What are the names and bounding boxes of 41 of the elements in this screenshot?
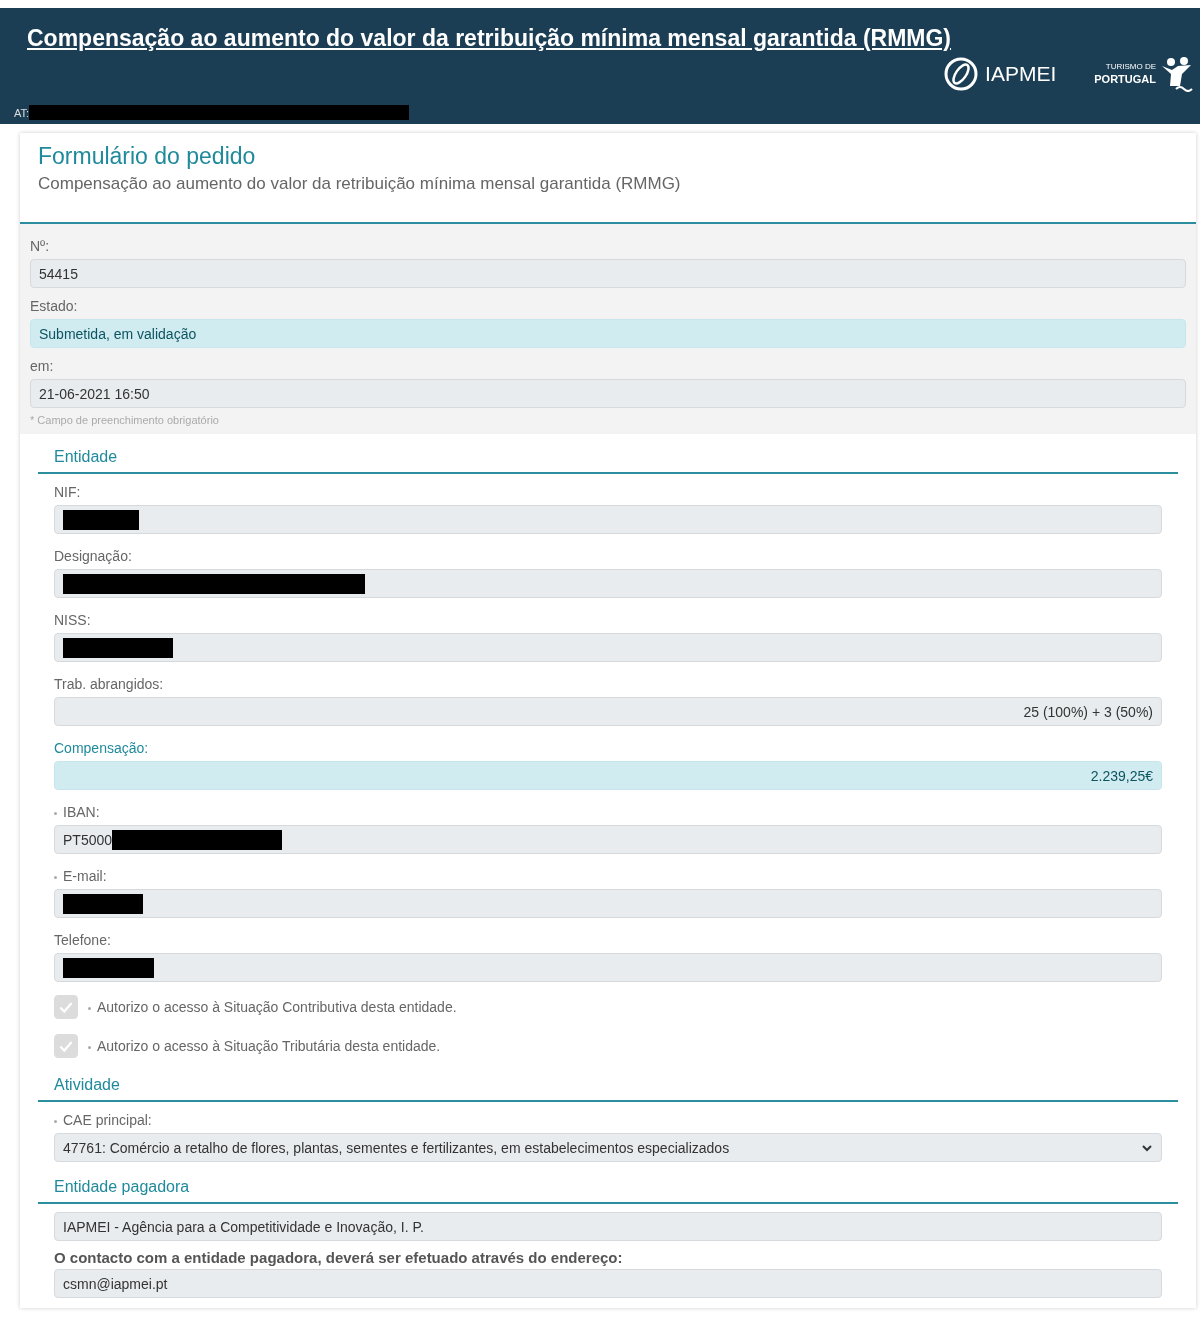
field-label: NISS: [54,612,91,628]
input-field[interactable]: IAPMEI - Agência para a Competitividade e Inovação, I. P. [54,1212,1162,1241]
input-field[interactable]: csmn@iapmei.pt [54,1269,1162,1298]
required-note: * Campo de preenchimento obrigatório [30,414,220,426]
input-field[interactable]: Submetida, em validação [30,319,1186,348]
checkbox-label: Autorizo o acesso à Situação Contributiva desta entidade. [88,999,457,1015]
logo-text: IAPMEI [985,62,1057,86]
field-label: Estado: [30,297,79,316]
field-label: Designação: [54,548,132,564]
input-field[interactable] [54,505,1162,534]
input-field[interactable] [54,633,1162,662]
field-label: Trab. abrangidos: [54,676,164,692]
field-label: IBAN: [54,804,100,820]
checkbox-label: Autorizo o acesso à Situação Tributária desta entidade. [88,1038,441,1054]
at-label: AT: [14,106,30,119]
input-field[interactable]: 2.239,25€ [54,761,1162,790]
input-field[interactable]: 21-06-2021 16:50 [30,379,1186,408]
section-heading: Entidade [38,444,1178,474]
logo-caption: TURISMO DE [1105,63,1156,71]
page-title[interactable]: Compensação ao aumento do valor da retribuição mínima mensal garantida (RMMG) [27,25,952,52]
input-field[interactable]: 54415 [30,259,1186,288]
field-label: CAE principal: [54,1112,152,1128]
logo-icon [943,56,980,92]
input-field[interactable]: PT5000 [54,825,1162,854]
input-field[interactable] [54,889,1162,918]
section-heading: Entidade pagadora [38,1174,1178,1204]
form-subtitle: Compensação ao aumento do valor da retribuição mínima mensal garantida (RMMG) [38,174,682,194]
logo-text: PORTUGAL [1094,74,1156,85]
field-label: Compensação: [54,740,149,756]
section-heading: Atividade [38,1072,1178,1102]
input-field[interactable] [54,569,1162,598]
field-label: Telefone: [54,932,111,948]
form-title: Formulário do pedido [38,143,257,170]
select-field[interactable]: 47761: Comércio a retalho de flores, plantas, sementes e fertilizantes, em estabelecimentos especializados [54,1133,1162,1162]
field-label: em: [30,357,55,376]
field-label: NIF: [54,484,81,500]
input-field[interactable]: 25 (100%) + 3 (50%) [54,697,1162,726]
field-label: E-mail: [54,868,107,884]
field-label: Nº: [30,237,51,256]
input-field[interactable] [54,953,1162,982]
field-label: O contacto com a entidade pagadora, deverá ser efetuado através do endereço: [54,1248,623,1266]
